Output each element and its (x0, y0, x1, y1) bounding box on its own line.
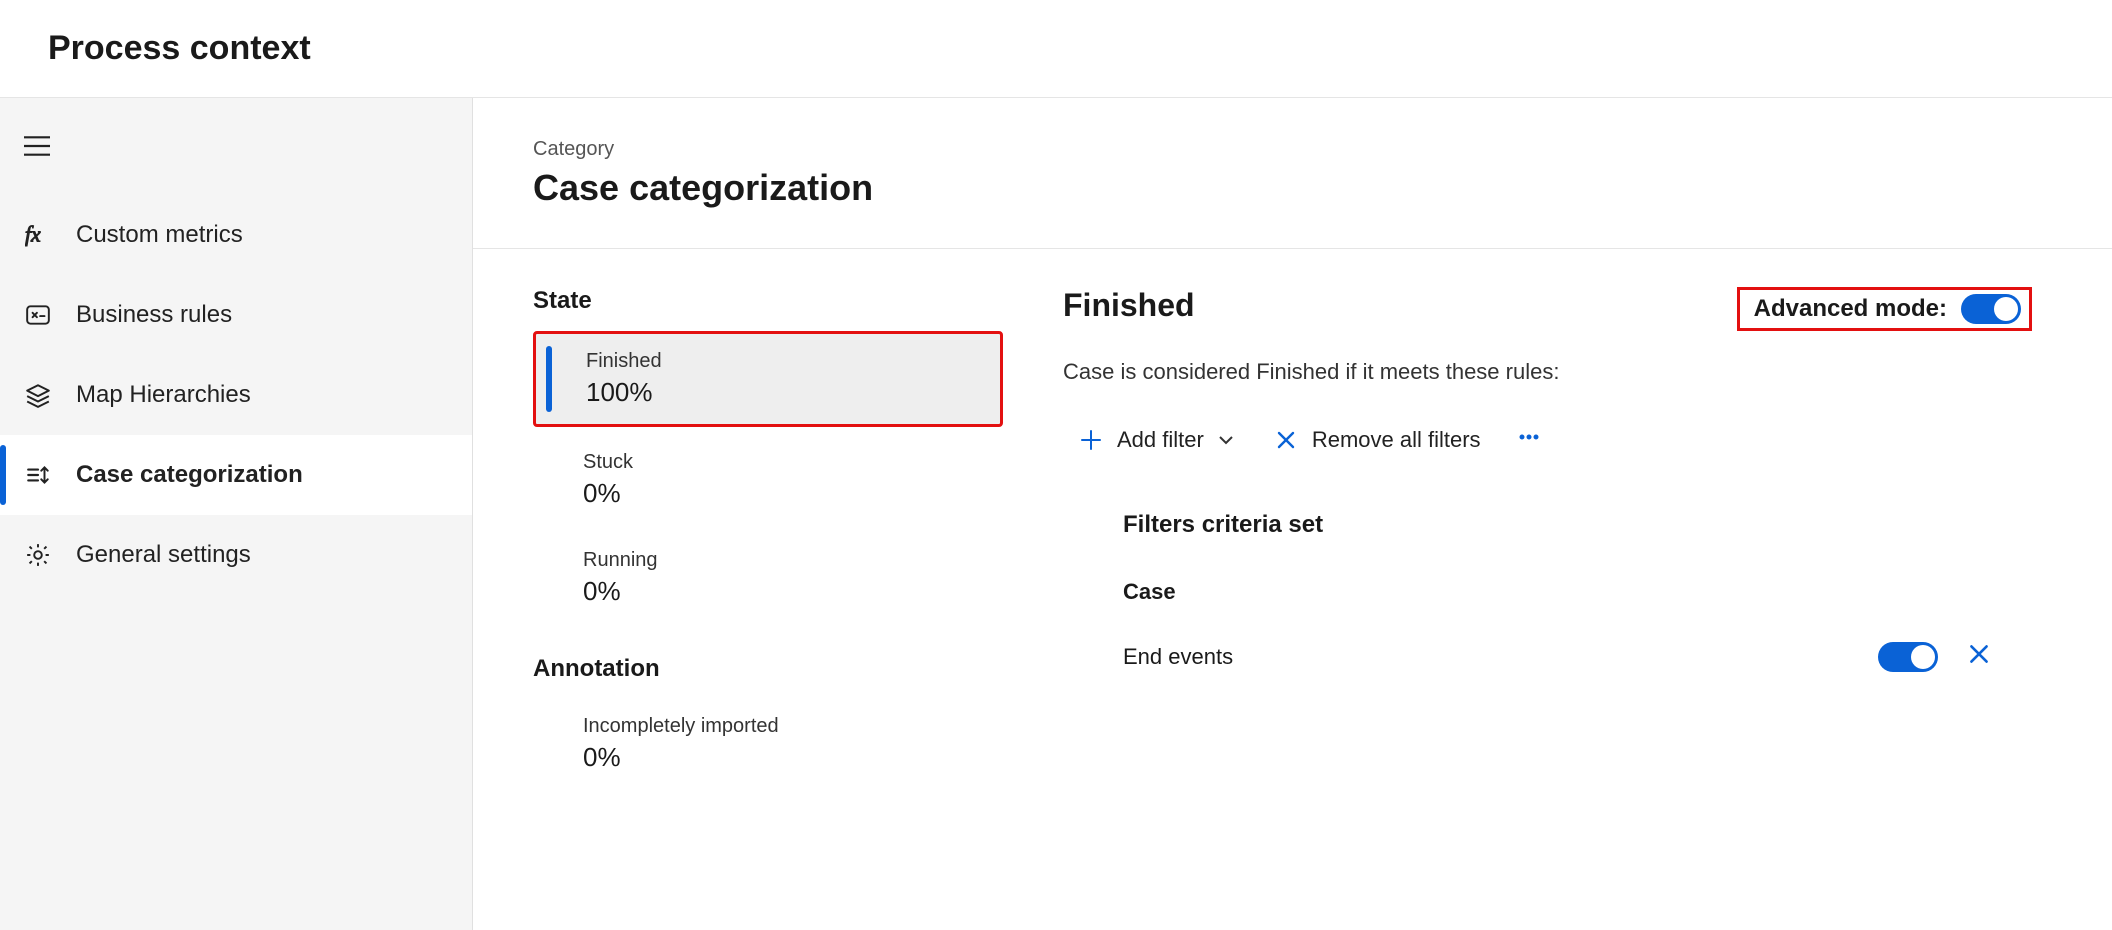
annotation-label: Incompletely imported (583, 715, 979, 738)
annotation-value: 0% (583, 742, 979, 773)
state-value: 100% (586, 377, 976, 408)
gear-icon (24, 542, 52, 568)
criteria-remove-button[interactable] (1966, 641, 1992, 673)
page-title: Process context (48, 29, 311, 68)
detail-header: Finished Advanced mode: (1063, 287, 2032, 331)
detail-title: Finished (1063, 287, 1195, 324)
sidebar-item-label: Business rules (76, 301, 232, 329)
state-item-running[interactable]: Running 0% (533, 533, 1003, 623)
close-icon (1274, 428, 1298, 452)
sidebar-item-map-hierarchies[interactable]: Map Hierarchies (0, 355, 472, 435)
header-bar: Process context (0, 0, 2112, 98)
sidebar-item-case-categorization[interactable]: Case categorization (0, 435, 472, 515)
detail-description: Case is considered Finished if it meets … (1063, 359, 2032, 385)
remove-all-label: Remove all filters (1312, 427, 1481, 453)
state-value: 0% (583, 478, 979, 509)
sidebar-item-business-rules[interactable]: Business rules (0, 275, 472, 355)
svg-text:fx: fx (25, 223, 41, 247)
sidebar-item-label: General settings (76, 541, 251, 569)
sidebar-item-label: Custom metrics (76, 221, 243, 249)
chevron-down-icon (1214, 428, 1238, 452)
rules-icon (24, 302, 52, 328)
advanced-mode-box: Advanced mode: (1737, 287, 2032, 331)
categorization-icon (24, 462, 52, 488)
state-item-stuck[interactable]: Stuck 0% (533, 435, 1003, 525)
add-filter-button[interactable]: Add filter (1079, 427, 1238, 453)
state-value: 0% (583, 576, 979, 607)
criteria-section: Filters criteria set Case End events (1063, 511, 2032, 673)
annotation-item-incompletely-imported[interactable]: Incompletely imported 0% (533, 699, 1003, 789)
annotation-heading: Annotation (533, 655, 1003, 683)
divider (473, 248, 2112, 249)
hamburger-icon (24, 136, 50, 161)
criteria-item-label: End events (1123, 644, 1233, 670)
state-heading: State (533, 287, 1003, 315)
body-area: fx Custom metrics Business rules Map Hie… (0, 98, 2112, 930)
add-filter-label: Add filter (1117, 427, 1204, 453)
toggle-knob (1994, 297, 2018, 321)
layers-icon (24, 382, 52, 408)
state-label: Stuck (583, 451, 979, 474)
plus-icon (1079, 428, 1103, 452)
category-title: Case categorization (533, 167, 2032, 209)
state-label: Running (583, 549, 979, 572)
states-column: State Finished 100% Stuck 0% Running 0% … (533, 287, 1003, 797)
category-label: Category (533, 138, 2032, 161)
more-options-button[interactable] (1517, 425, 1541, 455)
state-label: Finished (586, 350, 976, 373)
main-columns: State Finished 100% Stuck 0% Running 0% … (533, 287, 2032, 797)
sidebar-item-label: Case categorization (76, 461, 303, 489)
close-icon (1966, 641, 1992, 667)
criteria-subheading: Case (1123, 579, 2032, 605)
advanced-mode-toggle[interactable] (1961, 294, 2021, 324)
more-horizontal-icon (1517, 425, 1541, 449)
filter-toolbar: Add filter Remove all filters (1063, 425, 2032, 455)
criteria-row-end-events: End events (1123, 641, 2032, 673)
sidebar-item-custom-metrics[interactable]: fx Custom metrics (0, 195, 472, 275)
advanced-mode-label: Advanced mode: (1754, 295, 1947, 323)
detail-column: Finished Advanced mode: Case is consider… (1063, 287, 2032, 797)
hamburger-button[interactable] (0, 122, 74, 195)
criteria-controls (1878, 641, 1992, 673)
fx-icon: fx (24, 222, 52, 248)
state-item-finished[interactable]: Finished 100% (533, 331, 1003, 427)
toggle-knob (1911, 645, 1935, 669)
sidebar: fx Custom metrics Business rules Map Hie… (0, 98, 473, 930)
remove-all-filters-button[interactable]: Remove all filters (1274, 427, 1481, 453)
criteria-heading: Filters criteria set (1123, 511, 2032, 539)
sidebar-item-label: Map Hierarchies (76, 381, 251, 409)
main-content: Category Case categorization State Finis… (473, 98, 2112, 930)
criteria-toggle[interactable] (1878, 642, 1938, 672)
sidebar-item-general-settings[interactable]: General settings (0, 515, 472, 595)
